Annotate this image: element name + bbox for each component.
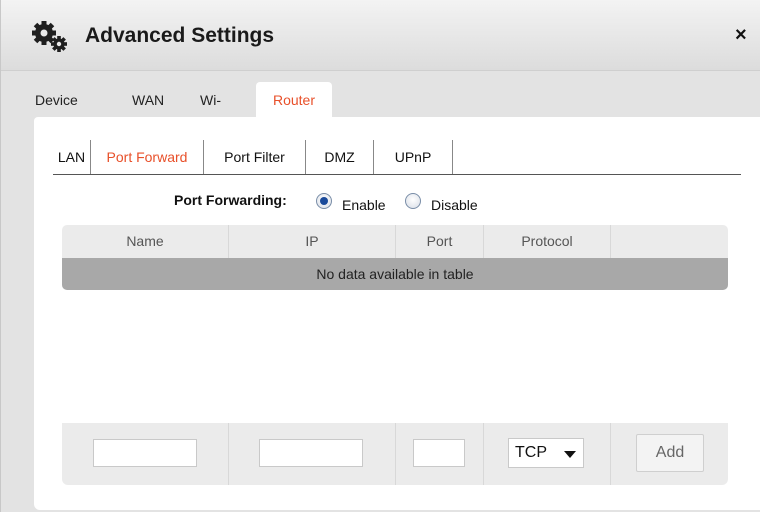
column-header-name[interactable]: Name	[62, 225, 229, 258]
column-header-protocol[interactable]: Protocol	[484, 225, 611, 258]
column-header-port[interactable]: Port	[396, 225, 484, 258]
tab-device[interactable]: Device	[35, 82, 78, 118]
add-rule-row: TCP Add	[62, 423, 728, 485]
empty-table-message: No data available in table	[62, 258, 728, 290]
dialog-titlebar: Advanced Settings ×	[1, 0, 760, 71]
chevron-down-icon	[564, 451, 576, 458]
router-panel: LAN Port Forward Port Filter DMZ UPnP Po…	[34, 117, 760, 510]
close-icon[interactable]: ×	[735, 24, 747, 47]
ip-input[interactable]	[259, 439, 363, 467]
advanced-settings-dialog: Advanced Settings × Device WAN Wi-Fi Rou…	[0, 0, 760, 512]
subtab-upnp[interactable]: UPnP	[374, 140, 453, 174]
tab-wifi[interactable]: Wi-Fi	[200, 82, 221, 144]
name-input[interactable]	[93, 439, 197, 467]
add-button[interactable]: Add	[636, 434, 704, 472]
tab-router[interactable]: Router	[256, 82, 332, 118]
gears-icon	[32, 21, 67, 52]
subtab-port-filter[interactable]: Port Filter	[204, 140, 306, 174]
column-header-action	[611, 225, 728, 258]
port-input[interactable]	[413, 439, 465, 467]
subtab-port-forward[interactable]: Port Forward	[91, 140, 204, 174]
disable-radio-label: Disable	[431, 197, 478, 213]
table-header: Name IP Port Protocol	[62, 225, 728, 258]
sub-tab-bar: LAN Port Forward Port Filter DMZ UPnP	[53, 140, 741, 175]
enable-radio[interactable]	[316, 193, 332, 209]
disable-radio[interactable]	[405, 193, 421, 209]
dialog-title: Advanced Settings	[85, 24, 275, 47]
tab-wan[interactable]: WAN	[132, 82, 164, 118]
port-forwarding-label: Port Forwarding:	[174, 192, 287, 208]
subtab-lan[interactable]: LAN	[53, 140, 91, 174]
column-header-ip[interactable]: IP	[229, 225, 396, 258]
protocol-select[interactable]: TCP	[508, 438, 584, 468]
enable-radio-label: Enable	[342, 197, 386, 213]
protocol-select-value: TCP	[515, 444, 547, 461]
subtab-dmz[interactable]: DMZ	[306, 140, 374, 174]
